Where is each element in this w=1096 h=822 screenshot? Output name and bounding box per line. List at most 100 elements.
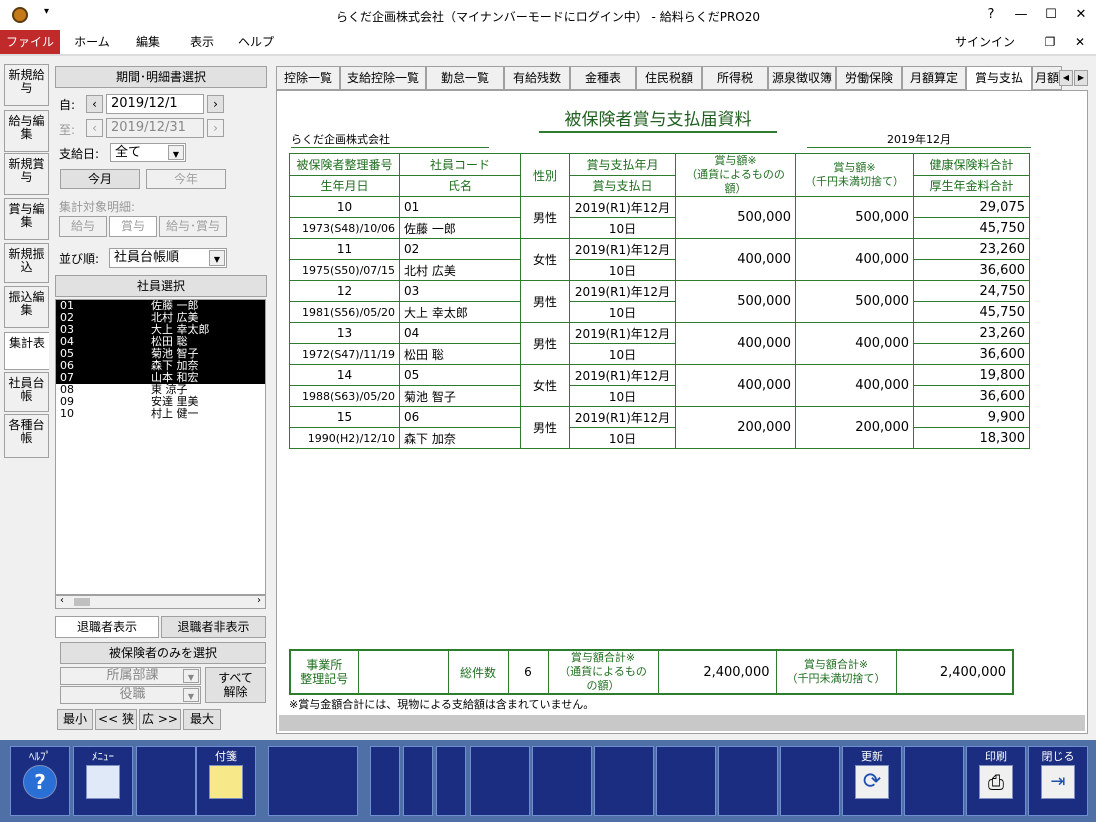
bonus-amount-rounded: 400,000 [795,322,914,365]
print-fkey[interactable]: 印刷 ⎙ [966,746,1026,816]
empty-fkey[interactable] [780,746,840,816]
from-next-button[interactable]: › [207,95,224,113]
empty-fkey[interactable] [370,746,400,816]
side-tab-7[interactable]: 社員台帳 [4,372,49,412]
to-date-field[interactable]: 2019/12/31 [106,118,204,138]
sticky-note-icon [209,765,243,799]
empty-fkey[interactable] [403,746,433,816]
menu-help[interactable]: ヘルプ [234,30,278,54]
refresh-fkey[interactable]: 更新 ⟳ [842,746,902,816]
min-button[interactable]: 最小 [57,709,93,730]
help-icon[interactable]: ? [976,0,1006,30]
tab-0[interactable]: 控除一覧 [276,66,340,90]
side-tab-0[interactable]: 新規給与 [4,64,49,106]
side-tab-1[interactable]: 給与編集 [4,110,49,152]
to-next-button[interactable]: › [207,119,224,137]
tab-scroll-left-icon[interactable]: ◀ [1059,70,1073,86]
target-both-button[interactable]: 給与･賞与 [159,216,227,237]
tab-6[interactable]: 所得税 [702,66,768,90]
menu-file[interactable]: ファイル [0,30,60,54]
tab-7[interactable]: 源泉徴収簿 [768,66,836,90]
signin-link[interactable]: サインイン [955,30,1015,54]
header-birth: 生年月日 [289,174,400,197]
from-prev-button[interactable]: ‹ [86,95,103,113]
payday-select[interactable]: 全て ▼ [110,143,186,162]
insured-only-button[interactable]: 被保険者のみを選択 [60,642,266,664]
tab-8[interactable]: 労働保険 [836,66,902,90]
employee-name: 佐藤 一郎 [399,217,521,239]
sort-select[interactable]: 社員台帳順 ▼ [109,248,227,268]
max-button[interactable]: 最大 [183,709,221,730]
wide-button[interactable]: 広 >> [139,709,181,730]
side-tab-8[interactable]: 各種台帳 [4,414,49,458]
minimize-button[interactable]: — [1006,0,1036,30]
scroll-right-icon[interactable]: › [257,595,261,606]
help-icon: ? [23,765,57,799]
empty-fkey[interactable] [532,746,592,816]
menu-view[interactable]: 表示 [180,30,224,54]
tab-scroll-right-icon[interactable]: ▶ [1074,70,1088,86]
sum2-value: 2,400,000 [895,649,1014,695]
narrow-button[interactable]: << 狭 [95,709,137,730]
tab-3[interactable]: 有給残数 [504,66,570,90]
employee-list[interactable]: 01 佐藤 一郎 02 北村 広美 03 大上 幸太郎 04 松田 聡 05 菊池 智子 06 森下 … [55,299,266,595]
tag-fkey[interactable]: 付箋 [196,746,256,816]
empty-fkey[interactable] [904,746,964,816]
help-fkey[interactable]: ﾍﾙﾌﾟ? [10,746,70,816]
tab-2[interactable]: 勤怠一覧 [426,66,504,90]
scroll-left-icon[interactable]: ‹ [60,595,64,606]
chevron-down-icon: ▼ [183,669,199,683]
empty-fkey[interactable] [470,746,530,816]
empty-fkey[interactable] [436,746,466,816]
to-prev-button[interactable]: ‹ [86,119,103,137]
empty-fkey[interactable] [594,746,654,816]
tab-10[interactable]: 賞与支払 [966,66,1032,91]
position-select[interactable]: 役職 ▼ [60,686,201,704]
close-window-button[interactable]: ✕ [1066,0,1096,30]
tab-9[interactable]: 月額算定 [902,66,966,90]
birth-date: 1988(S63)/05/20 [289,385,400,407]
this-year-button[interactable]: 今年 [146,169,226,189]
side-tab-5[interactable]: 振込編集 [4,286,49,328]
tab-1[interactable]: 支給控除一覧 [340,66,426,90]
close-doc-icon[interactable]: ✕ [1070,30,1090,54]
table-row: 1988(S63)/05/20 菊池 智子 10日 36,600 [289,385,1030,407]
tab-5[interactable]: 住民税額 [636,66,702,90]
close-fkey-label: 閉じる [1041,750,1075,763]
health-insurance: 19,800 [913,364,1030,386]
tab-11[interactable]: 月額 [1032,66,1062,90]
header-pension: 厚生年金料合計 [913,174,1030,197]
maximize-button[interactable]: ☐ [1036,0,1066,30]
empty-fkey[interactable] [718,746,778,816]
retired-show-button[interactable]: 退職者表示 [55,616,159,638]
horizontal-scrollbar[interactable]: ‹ › [55,595,266,609]
horizontal-scrollbar[interactable] [279,715,1085,731]
close-fkey[interactable]: 閉じる ⇥ [1028,746,1088,816]
header-amount1-sub: （通貨によるものの額） [686,168,785,195]
this-month-button[interactable]: 今月 [60,169,140,189]
tab-4[interactable]: 金種表 [570,66,636,90]
target-bonus-button[interactable]: 賞与 [109,216,157,237]
dept-select[interactable]: 所属部課 ▼ [60,667,201,685]
empty-fkey[interactable] [268,746,358,816]
target-salary-button[interactable]: 給与 [59,216,107,237]
bonus-amount-rounded: 500,000 [795,196,914,239]
empty-fkey[interactable] [136,746,196,816]
side-tab-2[interactable]: 新規賞与 [4,153,49,195]
from-date-field[interactable]: 2019/12/1 [106,94,204,114]
empty-fkey[interactable] [656,746,716,816]
employee-list-item[interactable]: 10 村上 健一 [56,408,265,420]
menu-fkey[interactable]: ﾒﾆｭｰ [73,746,133,816]
health-insurance: 29,075 [913,196,1030,218]
retired-hide-button[interactable]: 退職者非表示 [161,616,266,638]
menu-home[interactable]: ホーム [68,30,116,54]
exit-door-icon: ⇥ [1041,765,1075,799]
all-release-button[interactable]: すべて解除 [205,667,266,703]
bonus-amount: 400,000 [675,322,796,365]
side-tab-4[interactable]: 新規振込 [4,243,49,283]
scroll-thumb[interactable] [74,598,90,606]
side-tab-6[interactable]: 集計表 [4,332,49,370]
restore-doc-icon[interactable]: ❐ [1040,30,1060,54]
menu-edit[interactable]: 編集 [126,30,170,54]
side-tab-3[interactable]: 賞与編集 [4,198,49,240]
